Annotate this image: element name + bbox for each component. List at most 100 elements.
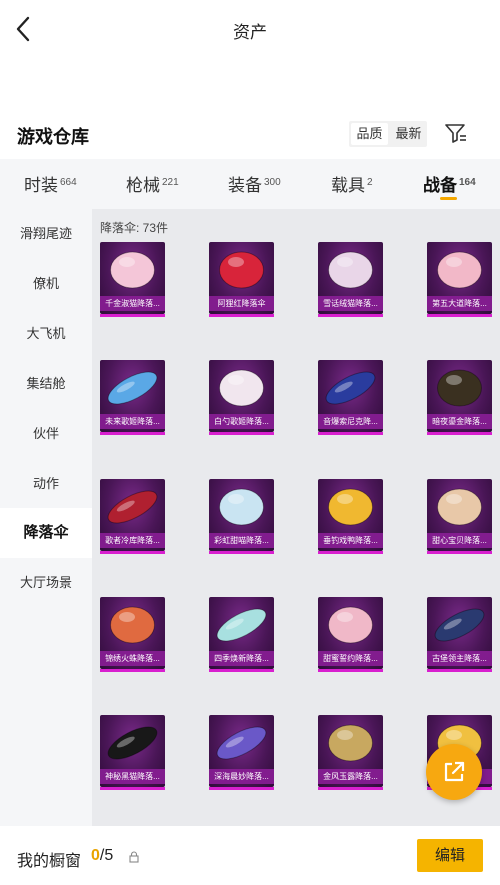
rarity-bar (209, 787, 274, 790)
item-background: 甜心宝贝降落... (427, 479, 492, 551)
item-background: 彩虹甜喵降落... (209, 479, 274, 551)
item-name: 阿狸红降落伞 (209, 296, 274, 311)
item-background: 音爆索尼克降... (318, 360, 383, 432)
parachute-icon (107, 371, 158, 405)
parachute-item[interactable]: 雪话绒猫降落... (318, 242, 383, 317)
tab-fashion-count: 664 (60, 177, 77, 188)
rarity-bar (427, 669, 492, 672)
parachute-icon (434, 608, 485, 642)
sidebar-item-parachute[interactable]: 降落伞 (0, 508, 92, 558)
rarity-bar (100, 314, 165, 317)
item-name: 千金淑猫降落... (100, 296, 165, 311)
item-background: 雪话绒猫降落... (318, 242, 383, 314)
item-background: 阿狸红降落伞 (209, 242, 274, 314)
filter-icon[interactable] (444, 121, 468, 145)
item-background: 第五大道降落... (427, 242, 492, 314)
item-name: 第五大道降落... (427, 296, 492, 311)
rarity-bar (100, 551, 165, 554)
rarity-bar (100, 669, 165, 672)
parachute-item[interactable]: 阿狸红降落伞 (209, 242, 274, 317)
lock-icon (129, 851, 139, 863)
sidebar-item-glide-trail[interactable]: 滑翔尾迹 (0, 209, 92, 259)
tab-guns-label: 枪械 (126, 176, 160, 195)
edit-button[interactable]: 编辑 (417, 839, 483, 872)
parachute-item[interactable]: 锦绣火蛛降落... (100, 597, 165, 672)
parachute-item[interactable]: 甜心宝贝降落... (427, 479, 492, 554)
parachute-icon (110, 606, 155, 644)
item-background: 白勺歌姬降落... (209, 360, 274, 432)
parachute-item[interactable]: 第五大道降落... (427, 242, 492, 317)
sidebar-item-airplane[interactable]: 大飞机 (0, 309, 92, 359)
parachute-item[interactable]: 深海晨妙降落... (209, 715, 274, 790)
rarity-bar (318, 314, 383, 317)
item-background: 歌者冷库降落... (100, 479, 165, 551)
rarity-bar (318, 787, 383, 790)
tab-battle-prep[interactable]: 战备 164 (423, 171, 476, 196)
tab-vehicles-count: 2 (367, 177, 373, 188)
showcase-total: /5 (99, 847, 114, 864)
parachute-icon (437, 251, 482, 289)
sidebar-item-lobby-scene[interactable]: 大厅场景 (0, 558, 92, 608)
parachute-item[interactable]: 古堡领主降落... (427, 597, 492, 672)
item-name: 古堡领主降落... (427, 651, 492, 666)
parachute-icon (107, 726, 158, 760)
item-name: 垂钓戏鸭降落... (318, 533, 383, 548)
tab-equipment[interactable]: 装备 300 (228, 171, 281, 196)
item-name: 暗夜鎏金降落... (427, 414, 492, 429)
item-name: 四季焕新降落... (209, 651, 274, 666)
parachute-icon (219, 251, 264, 289)
sidebar-item-companion[interactable]: 伙伴 (0, 409, 92, 459)
item-background: 千金淑猫降落... (100, 242, 165, 314)
parachute-item[interactable]: 千金淑猫降落... (100, 242, 165, 317)
item-background: 深海晨妙降落... (209, 715, 274, 787)
parachute-item[interactable]: 金风玉露降落... (318, 715, 383, 790)
parachute-item[interactable]: 垂钓戏鸭降落... (318, 479, 383, 554)
rarity-bar (427, 314, 492, 317)
parachute-item[interactable]: 未来歌姬降落... (100, 360, 165, 435)
tab-guns[interactable]: 枪械 221 (126, 171, 179, 196)
item-name: 音爆索尼克降... (318, 414, 383, 429)
sidebar-item-emote[interactable]: 动作 (0, 459, 92, 509)
tab-guns-count: 221 (162, 177, 179, 188)
tab-fashion-label: 时装 (24, 176, 58, 195)
parachute-item[interactable]: 甜蜜誓约降落... (318, 597, 383, 672)
parachute-item[interactable]: 彩虹甜喵降落... (209, 479, 274, 554)
tab-battle-prep-label: 战备 (423, 176, 457, 195)
showcase-count: 0/5 (91, 847, 113, 865)
parachute-item[interactable]: 歌者冷库降落... (100, 479, 165, 554)
tab-vehicles[interactable]: 载具 2 (331, 171, 373, 196)
parachute-item[interactable]: 四季焕新降落... (209, 597, 274, 672)
item-name: 深海晨妙降落... (209, 769, 274, 784)
rarity-bar (318, 551, 383, 554)
sort-newest-option[interactable]: 最新 (390, 121, 427, 147)
tab-battle-prep-count: 164 (459, 177, 476, 188)
item-name: 甜蜜誓约降落... (318, 651, 383, 666)
sidebar-item-pod[interactable]: 集结舱 (0, 359, 92, 409)
parachute-item[interactable]: 神秘黑猫降落... (100, 715, 165, 790)
share-button[interactable] (426, 744, 482, 800)
item-grid: 降落伞: 73件 千金淑猫降落... 阿狸红降落伞 雪话绒猫降落... 第五大道降落.… (92, 209, 500, 826)
item-background: 古堡领主降落... (427, 597, 492, 669)
item-name: 神秘黑猫降落... (100, 769, 165, 784)
item-background: 神秘黑猫降落... (100, 715, 165, 787)
item-name: 歌者冷库降落... (100, 533, 165, 548)
parachute-item[interactable]: 音爆索尼克降... (318, 360, 383, 435)
parachute-item[interactable]: 暗夜鎏金降落... (427, 360, 492, 435)
tab-vehicles-label: 载具 (331, 176, 365, 195)
parachute-item[interactable]: 白勺歌姬降落... (209, 360, 274, 435)
rarity-bar (209, 432, 274, 435)
parachute-icon (325, 371, 376, 405)
showcase-bar: 我的橱窗 0/5 编辑 (0, 826, 500, 885)
sort-toggle: 品质 最新 (349, 121, 427, 147)
item-name: 未来歌姬降落... (100, 414, 165, 429)
item-name: 白勺歌姬降落... (209, 414, 274, 429)
rarity-bar (100, 787, 165, 790)
sort-quality-option[interactable]: 品质 (351, 123, 388, 145)
rarity-bar (318, 669, 383, 672)
item-background: 锦绣火蛛降落... (100, 597, 165, 669)
item-background: 金风玉露降落... (318, 715, 383, 787)
active-tab-indicator (440, 197, 457, 200)
rarity-bar (209, 669, 274, 672)
sidebar-item-wingman[interactable]: 僚机 (0, 259, 92, 309)
tab-fashion[interactable]: 时装 664 (24, 171, 77, 196)
